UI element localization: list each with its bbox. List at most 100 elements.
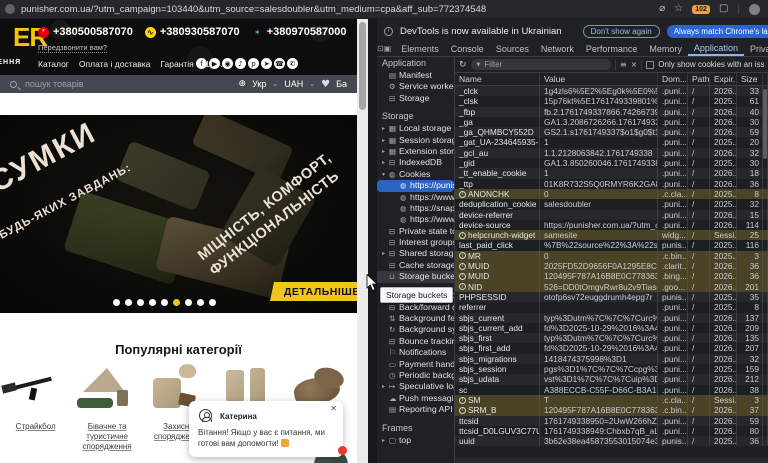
tree-arrow-icon[interactable]: ▸ — [382, 381, 389, 392]
category-label[interactable]: Страйкбол — [5, 422, 67, 432]
cookie-row[interactable]: ihelpcrunch-widgetsamesitewidg.../Sessi.… — [455, 230, 768, 240]
scrollbar-thumb[interactable] — [359, 22, 366, 110]
category-item-tent[interactable]: Бівачне та туристичне спорядження — [71, 360, 142, 452]
youtube-icon[interactable]: ▶ — [209, 58, 220, 69]
cookie-row[interactable]: sbjs_sessionpgs%3D1%7C%7C%7Ccpg%3Dhttps%… — [455, 364, 768, 374]
column-header-dom[interactable]: Dom... — [658, 73, 688, 85]
tree-arrow-icon[interactable]: ▸ — [382, 157, 389, 168]
sidebar-item-cache-storage[interactable]: ⊟Cache storage — [377, 260, 454, 271]
column-header-path[interactable]: Path — [688, 73, 710, 85]
carousel-dot[interactable] — [113, 299, 120, 306]
cookie-row[interactable]: sbjs_currenttyp%3Dutm%7C%7C%7Curc%3Dsale… — [455, 313, 768, 323]
cookie-row[interactable]: _fbpfb.2.1761749337866.74266739417241824… — [455, 107, 768, 117]
sidebar-item-local-storage[interactable]: ▸▦Local storage — [377, 123, 454, 134]
cookie-row[interactable]: iMUID2025FD52D9656F0A1295E8C6DD6561E3.cl… — [455, 261, 768, 271]
cookie-row[interactable]: _ttp01K8R732S5Q0RMYR6K2GA8KYT4_.tL2.puni… — [455, 179, 768, 189]
cookie-row[interactable]: ttcsid1761749338950=2UwW266hZn0JuX9lC...… — [455, 416, 768, 426]
cookie-row[interactable]: referrer.puni.../2025...8 — [455, 302, 768, 312]
sidebar-item-https-snapwidge-[interactable]: ◍https://snapwidge... — [377, 203, 454, 214]
telegram-icon[interactable]: ➤ — [261, 58, 272, 69]
cookie-row[interactable]: iANONCHK0.c.cla.../2025...8 — [455, 189, 768, 199]
sidebar-item-back-forward-cache[interactable]: ⊟Back/forward cache — [377, 302, 454, 313]
lang-selector[interactable]: Укр — [252, 79, 266, 89]
tab-elements[interactable]: Elements — [395, 41, 445, 56]
sidebar-item-interest-groups[interactable]: ⊟Interest groups — [377, 237, 454, 248]
cookie-row[interactable]: sbjs_firsttyp%3Dutm%7C%7C%7Curc%3Dsalesd… — [455, 333, 768, 343]
sidebar-item-manifest[interactable]: ▤Manifest — [377, 70, 454, 81]
cookie-row[interactable]: iSRM_B120495F787A16B8E0C77836386896AD6.c… — [455, 405, 768, 415]
carousel-dot[interactable] — [137, 299, 144, 306]
cookie-row[interactable]: device-referrer.puni.../2026...15 — [455, 210, 768, 220]
carousel-dot[interactable] — [149, 299, 156, 306]
cookie-row[interactable]: scA388ECCB-C55F-D66C-B3A1-32B77848....pu… — [455, 385, 768, 395]
cookie-row[interactable]: iMUID120495F787A16B8E0C77836386896AD6.bi… — [455, 271, 768, 281]
sidebar-item-extension-storage[interactable]: ▸▦Extension storage — [377, 146, 454, 157]
sidebar-item-service-workers[interactable]: ⚙Service workers — [377, 81, 454, 92]
extensions-icon[interactable]: ▢ — [719, 4, 728, 14]
cookie-row[interactable]: PHPSESSIDotofp6sv72euggdrumh4epg7rpunis.… — [455, 292, 768, 302]
sidebar-item-background-sync[interactable]: ↻Background sync — [377, 324, 454, 335]
whatsapp-icon[interactable]: ✆ — [287, 58, 298, 69]
cookie-row[interactable]: iMR0.c.bin.../2025...3 — [455, 251, 768, 261]
column-header-expir[interactable]: Expir... — [710, 73, 737, 85]
tab-network[interactable]: Network — [535, 41, 580, 56]
column-header-size[interactable]: Size — [737, 73, 763, 85]
refresh-icon[interactable]: ↻ — [459, 60, 467, 70]
cookie-row[interactable]: device-sourcehttps://punisher.com.ua/?ut… — [455, 220, 768, 230]
sidebar-item-reporting-api[interactable]: ▤Reporting API — [377, 404, 454, 415]
eye-off-icon[interactable]: ⌀ — [659, 4, 665, 14]
sidebar-item-periodic-backgroun-[interactable]: ◷Periodic backgroun... — [377, 370, 454, 381]
instagram-icon[interactable]: ◉ — [222, 58, 233, 69]
tiktok-icon[interactable]: ♪ — [235, 58, 246, 69]
wishlist-label[interactable]: Ба — [336, 79, 347, 89]
match-language-button[interactable]: Always match Chrome's language — [667, 25, 768, 38]
tree-arrow-icon[interactable]: ▸ — [382, 146, 389, 157]
cookie-row[interactable]: sbjs_udatavst%3D1%7C%7C%7Cuip%3D%28none.… — [455, 374, 768, 384]
cookie-row[interactable]: _gat_UA-234645935-11.puni.../2025...20 — [455, 137, 768, 147]
sidebar-item-background-fetch[interactable]: ⇅Background fetch — [377, 313, 454, 324]
cookie-row[interactable]: deduplication_cookiesalesdoubler.puni...… — [455, 199, 768, 209]
tab-privacy-and-security[interactable]: Privacy and security — [744, 41, 768, 56]
carousel-dot[interactable] — [185, 299, 192, 306]
carousel-dot[interactable] — [173, 299, 180, 306]
sidebar-item-storage[interactable]: ⊟Storage — [377, 93, 454, 104]
cookie-row[interactable]: _gaGA1.3.2086726266.1761749338.puni.../2… — [455, 117, 768, 127]
sidebar-item-session-storage[interactable]: ▸▦Session storage — [377, 135, 454, 146]
column-header-value[interactable]: Value — [540, 73, 658, 85]
cookie-row[interactable]: sbjs_current_addfd%3D2025-10-29%2016%3A4… — [455, 323, 768, 333]
phone-item[interactable]: ✶+380970587000 — [252, 26, 347, 38]
phone-number[interactable]: +380930587070 — [160, 26, 240, 38]
sidebar-item-bounce-tracking-mit-[interactable]: ⊟Bounce tracking mit... — [377, 336, 454, 347]
cookie-row[interactable]: _tt_enable_cookie1.puni.../2026...18 — [455, 168, 768, 178]
search-input[interactable]: пошук товарів — [25, 79, 84, 89]
sidebar-item-storage-buckets[interactable]: ⊔Storage buckets — [377, 271, 454, 282]
pinterest-icon[interactable]: p — [248, 58, 259, 69]
close-icon[interactable]: ✕ — [330, 404, 337, 413]
tree-arrow-icon[interactable]: ▸ — [382, 135, 389, 146]
delete-icon[interactable]: × — [631, 60, 638, 69]
sidebar-item-private-state-tokens[interactable]: ⊟Private state tokens — [377, 226, 454, 237]
bookmark-star-icon[interactable]: ☆ — [674, 4, 683, 14]
sidebar-item-cookies[interactable]: ▾◍Cookies — [377, 169, 454, 180]
phone-number[interactable]: +380970587000 — [267, 26, 347, 38]
cookie-row[interactable]: iNID526=DD0tOmgvRwr8u2v9TiasdgxGZMG....g… — [455, 282, 768, 292]
tree-arrow-icon[interactable]: ▸ — [382, 435, 389, 446]
cookie-row[interactable]: sbjs_migrations1418474375998%3D1.puni...… — [455, 354, 768, 364]
tree-arrow-icon[interactable]: ▸ — [382, 248, 389, 259]
tab-performance[interactable]: Performance — [580, 41, 644, 56]
tab-console[interactable]: Console — [445, 41, 490, 56]
callback-link[interactable]: Передзвонити вам? — [38, 43, 107, 53]
devtools-scrollbar-thumb[interactable] — [763, 89, 767, 159]
category-label[interactable]: Бівачне та туристичне спорядження — [76, 422, 138, 452]
cookie-row[interactable]: _gidGA1.3.850260046.1761749338.puni.../2… — [455, 158, 768, 168]
extension-badge[interactable]: 102 — [692, 5, 710, 14]
cookie-row[interactable]: iSMT.c.cla.../Sessi...3 — [455, 395, 768, 405]
nav-item-гарантія[interactable]: Гарантія — [160, 59, 193, 69]
sidebar-item-push-messaging[interactable]: ☁Push messaging — [377, 393, 454, 404]
currency-selector[interactable]: UAH — [284, 79, 303, 89]
clear-all-icon[interactable]: ≡ — [620, 60, 627, 69]
nav-item-каталог[interactable]: Каталог — [38, 59, 69, 69]
cookie-row[interactable]: _clck1g4zls6%5E2%5Eg0k%5E0%5E2128.puni..… — [455, 86, 768, 96]
sidebar-item-speculative-loads[interactable]: ▸↦Speculative loads — [377, 381, 454, 392]
cookie-row[interactable]: _clsk15p76kt%5E1761749339801%5E1%5E1....… — [455, 96, 768, 106]
